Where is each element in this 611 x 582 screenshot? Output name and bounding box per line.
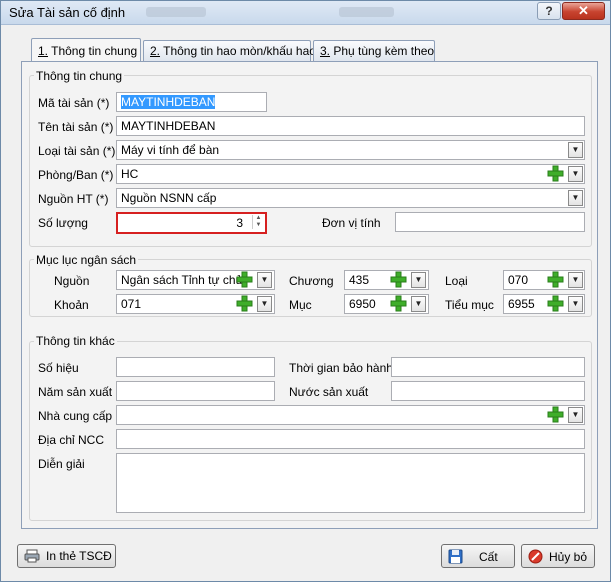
warranty-label: Thời gian bảo hành — [289, 361, 393, 375]
print-card-button[interactable]: In thẻ TSCĐ — [17, 544, 116, 568]
cancel-icon — [528, 549, 543, 567]
asset-type-label: Loại tài sản (*) — [38, 144, 116, 158]
year-label: Năm sản xuất — [38, 385, 113, 399]
tab-label: Thông tin chung — [48, 44, 138, 58]
chevron-down-icon[interactable]: ▼ — [257, 272, 272, 288]
chapter-label: Chương — [289, 274, 334, 288]
chevron-down-icon[interactable]: ▼ — [568, 190, 583, 206]
window-title: Sửa Tài sản cố định — [9, 5, 126, 20]
help-button[interactable]: ? — [537, 2, 561, 20]
asset-code-label: Mã tài sản (*) — [38, 96, 110, 110]
tab-panel-general: Thông tin chung Mã tài sản (*) MAYTINHDE… — [21, 61, 598, 529]
notes-label: Diễn giải — [38, 457, 85, 471]
chevron-down-icon[interactable]: ▼ — [257, 296, 272, 312]
tab-label: Phụ tùng kèm theo — [330, 44, 435, 58]
blurred-title-info — [339, 7, 394, 17]
cancel-label: Hủy bỏ — [549, 550, 588, 564]
tab-general-info[interactable]: 1. Thông tin chung — [31, 38, 141, 61]
plus-icon[interactable] — [547, 295, 564, 312]
save-button[interactable]: Cất — [441, 544, 515, 568]
asset-code-input[interactable]: MAYTINHDEBAN — [116, 92, 267, 112]
country-label: Nước sản xuất — [289, 385, 369, 399]
plus-icon[interactable] — [547, 165, 564, 182]
department-label: Phòng/Ban (*) — [38, 168, 114, 182]
item-value: 071 — [121, 297, 142, 311]
chevron-down-icon[interactable]: ▼ — [411, 296, 426, 312]
tab-hotkey: 1. — [38, 44, 49, 58]
edit-asset-window: Sửa Tài sản cố định ? ✕ 1. Thông tin chu… — [0, 0, 611, 582]
close-button[interactable]: ✕ — [562, 2, 605, 20]
plus-icon[interactable] — [236, 295, 253, 312]
supplier-label: Nhà cung cấp — [38, 409, 113, 423]
title-bar: Sửa Tài sản cố định ? ✕ — [1, 1, 610, 25]
department-value: HC — [121, 167, 139, 181]
asset-type-select[interactable]: Máy vi tính để bàn — [116, 140, 585, 160]
asset-code-value: MAYTINHDEBAN — [121, 95, 216, 109]
spin-up-icon[interactable]: ▲ — [253, 215, 264, 222]
item-label: Khoản — [54, 298, 89, 312]
asset-name-input[interactable]: MAYTINHDEBAN — [116, 116, 585, 136]
section-value: 6950 — [349, 297, 376, 311]
serial-label: Số hiệu — [38, 361, 79, 375]
spin-down-icon[interactable]: ▼ — [253, 222, 264, 229]
plus-icon[interactable] — [390, 271, 407, 288]
source-value: Nguồn NSNN cấp — [121, 191, 217, 205]
chevron-down-icon[interactable]: ▼ — [568, 296, 583, 312]
tab-depreciation-info[interactable]: 2. Thông tin hao mòn/khấu hao — [143, 40, 316, 61]
quantity-stepper[interactable]: 3 ▲ ▼ — [116, 212, 267, 234]
plus-icon[interactable] — [547, 271, 564, 288]
department-select[interactable]: HC — [116, 164, 585, 184]
tab-accessories[interactable]: 3. Phụ tùng kèm theo — [313, 40, 435, 61]
plus-icon[interactable] — [236, 271, 253, 288]
tab-hotkey: 3. — [320, 44, 331, 58]
unit-input[interactable] — [395, 212, 585, 232]
notes-textarea[interactable] — [116, 453, 585, 513]
subsection-label: Tiểu mục — [445, 298, 494, 312]
subsection-value: 6955 — [508, 297, 535, 311]
cancel-button[interactable]: Hủy bỏ — [521, 544, 595, 568]
unit-label: Đơn vị tính — [322, 216, 381, 230]
floppy-icon — [448, 549, 463, 567]
quantity-label: Số lượng — [38, 216, 88, 230]
print-icon — [24, 549, 40, 566]
asset-type-value: Máy vi tính để bàn — [121, 143, 220, 157]
quantity-value: 3 — [236, 216, 243, 230]
chevron-down-icon[interactable]: ▼ — [411, 272, 426, 288]
budget-group-title: Mục lục ngân sách — [34, 253, 139, 267]
blurred-title-info — [146, 7, 206, 17]
serial-input[interactable] — [116, 357, 275, 377]
chevron-down-icon[interactable]: ▼ — [568, 272, 583, 288]
save-label: Cất — [479, 550, 498, 564]
chevron-down-icon[interactable]: ▼ — [568, 407, 583, 423]
other-info-group-title: Thông tin khác — [34, 334, 117, 348]
spin-buttons[interactable]: ▲ ▼ — [252, 215, 264, 229]
asset-name-label: Tên tài sản (*) — [38, 120, 114, 134]
type-label: Loại — [445, 274, 468, 288]
supplier-address-label: Địa chỉ NCC — [38, 433, 105, 447]
country-input[interactable] — [391, 381, 585, 401]
general-info-group-title: Thông tin chung — [34, 69, 125, 83]
supplier-select[interactable] — [116, 405, 585, 425]
supplier-address-input[interactable] — [116, 429, 585, 449]
source-select[interactable]: Nguồn NSNN cấp — [116, 188, 585, 208]
chapter-value: 435 — [349, 273, 370, 287]
budget-source-value: Ngân sách Tỉnh tự chủ — [121, 273, 243, 287]
year-input[interactable] — [116, 381, 275, 401]
budget-source-label: Nguồn — [54, 274, 90, 288]
chevron-down-icon[interactable]: ▼ — [568, 166, 583, 182]
section-label: Mục — [289, 298, 312, 312]
plus-icon[interactable] — [390, 295, 407, 312]
warranty-input[interactable] — [391, 357, 585, 377]
type-value: 070 — [508, 273, 529, 287]
source-label: Nguồn HT (*) — [38, 192, 109, 206]
tab-label: Thông tin hao mòn/khấu hao — [160, 44, 316, 58]
plus-icon[interactable] — [547, 406, 564, 423]
chevron-down-icon[interactable]: ▼ — [568, 142, 583, 158]
tab-hotkey: 2. — [150, 44, 161, 58]
print-card-label: In thẻ TSCĐ — [46, 549, 112, 563]
